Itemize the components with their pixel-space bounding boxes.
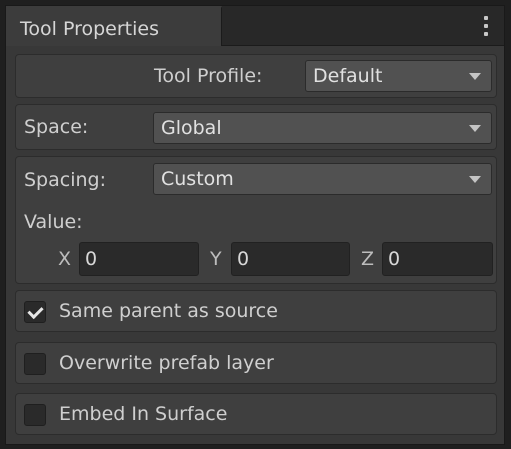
embed-in-surface-label: Embed In Surface bbox=[59, 403, 228, 425]
tool-profile-value: Default bbox=[313, 65, 383, 87]
space-group: Space: Global bbox=[15, 104, 497, 150]
overwrite-prefab-layer-label: Overwrite prefab layer bbox=[59, 352, 274, 374]
same-parent-toggle[interactable]: Same parent as source bbox=[15, 290, 497, 332]
tool-profile-dropdown[interactable]: Default bbox=[305, 60, 492, 92]
checkmark-icon bbox=[27, 302, 44, 320]
tool-properties-window: Tool Properties Tool Profile: Default Sp… bbox=[5, 5, 505, 445]
spacing-group: Spacing: Custom Value: X Y Z bbox=[15, 156, 497, 284]
tab-bar: Tool Properties bbox=[6, 6, 504, 46]
embed-in-surface-toggle[interactable]: Embed In Surface bbox=[15, 393, 497, 435]
x-axis-label: X bbox=[58, 248, 72, 270]
spacing-dropdown[interactable]: Custom bbox=[153, 163, 492, 195]
vertical-ellipsis-icon[interactable] bbox=[478, 14, 494, 38]
same-parent-label: Same parent as source bbox=[59, 300, 278, 322]
space-value: Global bbox=[161, 117, 222, 139]
same-parent-checkbox[interactable] bbox=[24, 301, 46, 323]
embed-in-surface-checkbox[interactable] bbox=[24, 404, 46, 426]
space-label: Space: bbox=[24, 116, 89, 138]
z-axis-label: Z bbox=[361, 248, 375, 270]
space-dropdown[interactable]: Global bbox=[153, 112, 492, 144]
spacing-label: Spacing: bbox=[24, 169, 106, 191]
z-value-field[interactable] bbox=[382, 242, 493, 276]
x-value-field[interactable] bbox=[79, 242, 199, 276]
tab-tool-properties[interactable]: Tool Properties bbox=[6, 6, 222, 46]
dropdown-arrow-icon bbox=[469, 125, 481, 132]
tool-profile-label: Tool Profile: bbox=[154, 65, 263, 87]
tool-profile-group: Tool Profile: Default bbox=[15, 54, 497, 98]
overwrite-prefab-layer-toggle[interactable]: Overwrite prefab layer bbox=[15, 342, 497, 384]
spacing-value: Custom bbox=[161, 168, 234, 190]
tab-title: Tool Properties bbox=[20, 18, 159, 40]
overwrite-prefab-layer-checkbox[interactable] bbox=[24, 353, 46, 375]
y-axis-label: Y bbox=[210, 248, 222, 270]
dropdown-arrow-icon bbox=[469, 73, 481, 80]
y-value-field[interactable] bbox=[231, 242, 350, 276]
value-label: Value: bbox=[24, 211, 83, 233]
dropdown-arrow-icon bbox=[469, 176, 481, 183]
